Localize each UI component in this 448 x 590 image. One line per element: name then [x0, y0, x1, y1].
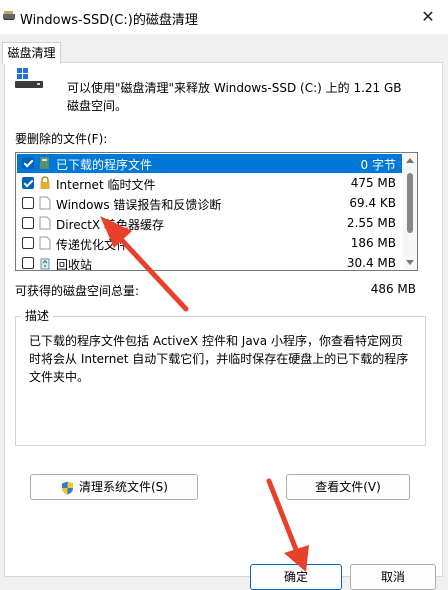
close-button[interactable]: ✕: [414, 6, 442, 28]
recycle-bin-icon: [40, 258, 50, 270]
description-text: 已下载的程序文件包括 ActiveX 控件和 Java 小程序，你查看特定网页时…: [29, 334, 409, 384]
view-files-button[interactable]: 查看文件(V): [286, 474, 410, 500]
file-size: 0 字节: [360, 158, 396, 172]
file-size: 475 MB: [350, 176, 396, 190]
clean-system-files-label: 清理系统文件(S): [79, 480, 168, 494]
list-item[interactable]: Internet 临时文件 475 MB: [17, 174, 402, 193]
list-item[interactable]: DirectX 着色器缓存 2.55 MB: [17, 214, 402, 233]
description-title: 描述: [21, 307, 54, 324]
files-label: 要删除的文件(F):: [15, 132, 108, 146]
drive-icon: [15, 68, 43, 88]
checkbox[interactable]: [22, 257, 34, 269]
checkbox[interactable]: [22, 217, 34, 229]
checkbox[interactable]: [22, 157, 34, 169]
checkbox[interactable]: [22, 237, 34, 249]
file-name: DirectX 着色器缓存: [56, 218, 164, 232]
scroll-down-icon[interactable]: [406, 260, 414, 265]
disk-cleanup-icon: [3, 11, 15, 20]
lock-icon: [40, 176, 50, 189]
checkbox[interactable]: [22, 177, 34, 189]
files-list[interactable]: 已下载的程序文件 0 字节 Internet 临时文件 475 MB Windo…: [15, 152, 418, 271]
file-name: Windows 错误报告和反馈诊断: [56, 198, 222, 212]
list-item[interactable]: 已下载的程序文件 0 字节: [17, 154, 402, 173]
scroll-up-icon[interactable]: [406, 158, 414, 163]
file-icon: [39, 216, 51, 230]
folder-icon: [40, 157, 49, 169]
file-icon: [39, 236, 51, 250]
clean-system-files-button[interactable]: 清理系统文件(S): [30, 474, 198, 500]
file-name: 回收站: [56, 258, 93, 271]
file-size: 186 MB: [350, 236, 396, 250]
file-icon: [39, 196, 51, 210]
file-size: 69.4 KB: [349, 196, 396, 210]
list-item[interactable]: 传递优化文件 186 MB: [17, 234, 402, 253]
window-title: Windows-SSD(C:)的磁盘清理: [20, 13, 198, 28]
file-name: 传递优化文件: [56, 238, 129, 252]
total-value: 486 MB: [370, 282, 416, 296]
tab-strip: [0, 34, 448, 60]
tab-disk-cleanup[interactable]: 磁盘清理: [2, 42, 61, 64]
title-bar: Windows-SSD(C:)的磁盘清理 ✕: [0, 0, 448, 34]
total-label: 可获得的磁盘空间总量:: [15, 284, 140, 298]
cancel-button[interactable]: 取消: [350, 564, 436, 590]
shield-icon: [62, 481, 73, 495]
file-size: 2.55 MB: [346, 216, 396, 230]
list-item[interactable]: 回收站 30.4 MB: [17, 254, 402, 271]
file-size: 30.4 MB: [346, 256, 396, 270]
list-scrollbar[interactable]: [403, 153, 417, 270]
file-name: 已下载的程序文件: [56, 158, 153, 172]
scroll-thumb[interactable]: [407, 173, 413, 233]
list-item[interactable]: Windows 错误报告和反馈诊断 69.4 KB: [17, 194, 402, 213]
ok-button[interactable]: 确定: [250, 564, 342, 590]
file-name: Internet 临时文件: [56, 178, 156, 192]
intro-text: 可以使用"磁盘清理"来释放 Windows-SSD (C:) 上的 1.21 G…: [67, 81, 402, 113]
checkbox[interactable]: [22, 197, 34, 209]
